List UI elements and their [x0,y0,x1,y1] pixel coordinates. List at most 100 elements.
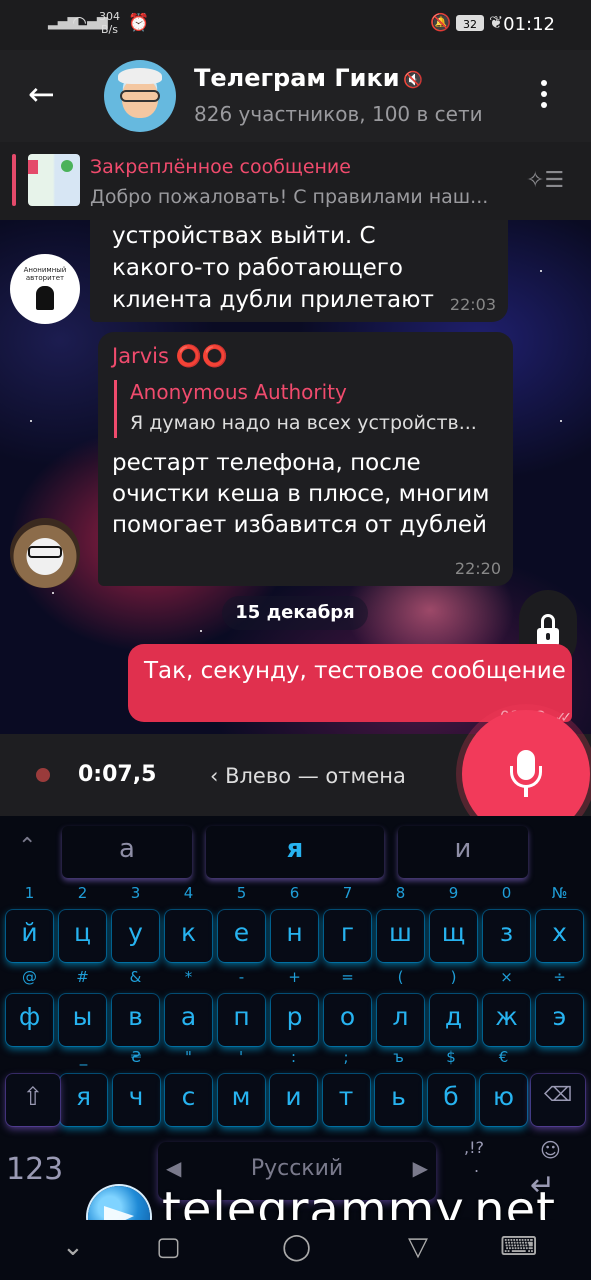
key-char: п [233,1002,250,1031]
back-arrow-icon[interactable]: ← [28,76,55,112]
key-5[interactable]: 5е [218,884,265,962]
key-char: м [231,1082,251,1111]
suggestion[interactable]: а [62,826,192,878]
key-char: я [75,1082,92,1111]
message-bubble[interactable]: устройствах выйти. С какого-то работающе… [90,220,508,322]
key-11[interactable]: ÷ э [536,968,583,1046]
key-hint: ' [238,1048,244,1066]
navigation-bar: ⌄ ▢ ◯ ▽ ⌨ [0,1220,591,1280]
key-8[interactable]: $ б [427,1048,475,1126]
key-10[interactable]: 0з [483,884,530,962]
suggestion[interactable]: я [206,826,384,878]
key-char: н [286,918,303,947]
key-9[interactable]: 9щ [430,884,477,962]
group-avatar[interactable] [104,60,176,132]
key-3[interactable]: & в [112,968,159,1046]
key-3[interactable]: 3у [112,884,159,962]
numbers-key[interactable]: 123 [6,1152,63,1187]
recording-dot-icon [36,768,50,782]
key-hint: ( [397,968,404,986]
suggestion[interactable]: и [398,826,528,878]
key-1[interactable]: 1й [6,884,53,962]
key-4[interactable]: ' м [217,1048,265,1126]
key-hint: @ [22,968,37,986]
key-7[interactable]: ъь [375,1048,422,1126]
pinned-list-icon[interactable]: ✧☰ [526,168,564,193]
key-char: ш [389,918,412,947]
dnd-icon: 🔕 [430,13,452,33]
key-char: ж [495,1002,518,1031]
key-hint: 3 [130,884,141,902]
key-5[interactable]: :и [270,1048,317,1126]
key-6[interactable]: 6н [271,884,318,962]
more-vert-icon[interactable] [541,80,549,113]
key-9[interactable]: € ю [480,1048,527,1126]
key-char: ю [492,1082,515,1111]
key-hint: 5 [236,884,247,902]
key-hint: 6 [289,884,300,902]
avatar[interactable]: Анонимный авторитет [10,254,80,324]
keyboard-switch-icon[interactable]: ⌨ [500,1232,538,1262]
message-text: устройствах выйти. С какого-то работающе… [112,223,434,313]
backspace-icon: ⌫ [543,1082,573,1106]
key-7[interactable]: 7г [324,884,371,962]
key-4[interactable]: 4к [165,884,212,962]
key-hint: $ [446,1048,456,1066]
punctuation-key[interactable]: ,!?. [464,1138,484,1176]
backspace-key[interactable]: ⌫ [531,1074,585,1126]
key-char: а [180,1002,197,1031]
key-1[interactable]: _ я [60,1048,107,1126]
key-7[interactable]: = о [324,968,371,1046]
shift-key[interactable]: ⇧ [6,1074,60,1126]
key-char: г [340,918,355,947]
reply-author[interactable]: Anonymous Authority [130,380,347,404]
key-hint: ₴ [130,1048,142,1066]
home-icon[interactable]: ◯ [282,1232,311,1262]
message-time: 22:20 [454,559,501,578]
key-5[interactable]: -п [218,968,265,1046]
key-11[interactable]: № х [536,884,583,962]
expand-suggestions-icon[interactable]: ⌃ [18,834,36,859]
date-separator: 15 декабря [222,596,368,630]
hide-keyboard-icon[interactable]: ⌄ [62,1232,84,1262]
key-2[interactable]: # ы [59,968,106,1046]
key-char: с [181,1082,196,1111]
outgoing-message-bubble[interactable]: Так, секунду, тестовое сообщение 01:12 ✓… [128,644,572,726]
key-char: з [499,918,514,947]
key-2[interactable]: ₴ ч [112,1048,160,1126]
key-3[interactable]: " с [165,1048,212,1126]
reply-indicator [114,380,117,438]
key-hint: & [129,968,142,986]
key-8[interactable]: 8ш [377,884,424,962]
key-8[interactable]: (л [377,968,424,1046]
key-hint: ÷ [553,968,566,986]
slide-to-cancel[interactable]: ‹ Влево — отмена [210,764,406,788]
pinned-message-bar[interactable]: Закреплённое сообщение Добро пожаловать!… [0,142,591,220]
key-hint: 9 [448,884,459,902]
reply-text[interactable]: Я думаю надо на всех устройств... [130,412,477,434]
chat-title[interactable]: Телеграм Гики [194,64,400,92]
recents-icon[interactable]: ▢ [156,1232,181,1262]
key-6[interactable]: ; т [322,1048,370,1126]
key-hint: № [551,884,568,902]
space-label: Русский [250,1156,344,1181]
key-9[interactable]: ) д [430,968,477,1046]
recording-time: 0:07,5 [78,762,157,787]
key-char: к [180,918,197,947]
key-char: б [443,1082,459,1111]
message-sender[interactable]: Jarvis ⭕⭕ [112,344,228,369]
key-char: е [233,918,250,947]
avatar[interactable] [10,518,80,588]
key-1[interactable]: @ ф [6,968,53,1046]
chat-area[interactable]: устройствах выйти. С какого-то работающе… [0,220,591,734]
key-2[interactable]: 2ц [59,884,106,962]
key-6[interactable]: + р [271,968,318,1046]
emoji-icon[interactable]: ☺ [540,1138,561,1162]
key-char: о [339,1002,356,1031]
chat-subtitle: 826 участников, 100 в сети [194,102,483,126]
key-10[interactable]: × ж [483,968,530,1046]
key-4[interactable]: * а [165,968,212,1046]
message-bubble[interactable]: Jarvis ⭕⭕ Anonymous Authority Я думаю на… [98,332,513,586]
back-nav-icon[interactable]: ▽ [408,1232,428,1262]
alarm-icon: ⏰ [128,13,150,33]
